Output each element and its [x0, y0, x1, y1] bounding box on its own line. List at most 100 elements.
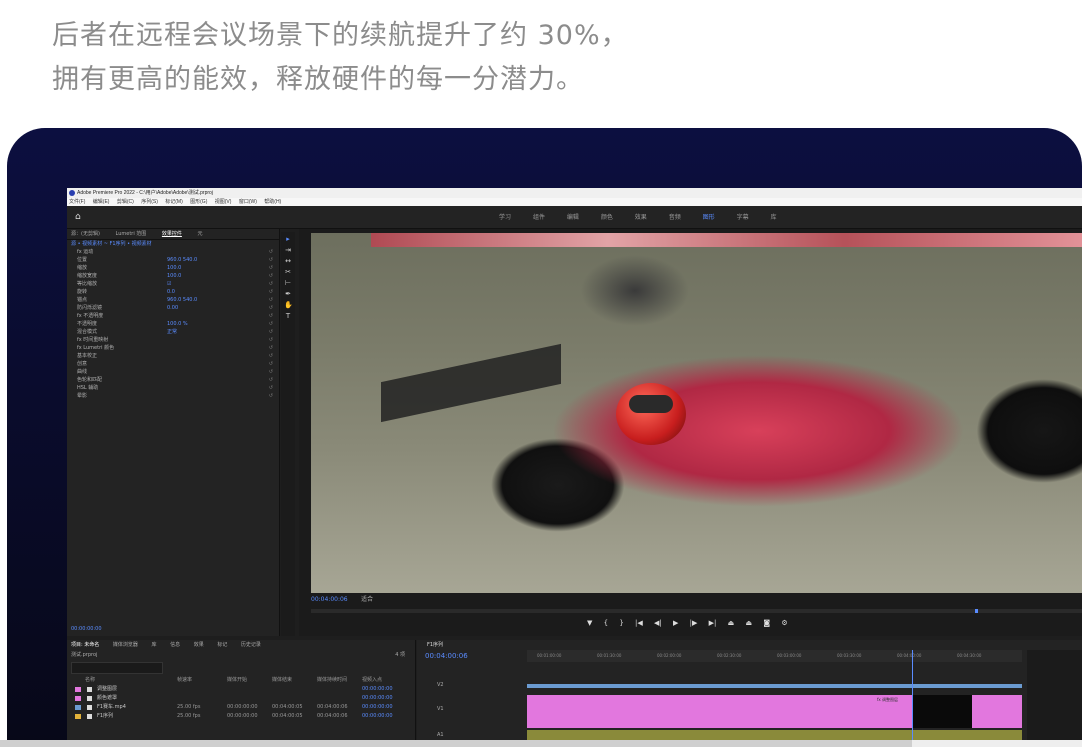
effect-control-row[interactable]: fx 时间重映射 ↺	[67, 336, 279, 344]
reset-icon[interactable]: ↺	[269, 392, 273, 400]
label-color-swatch[interactable]	[75, 687, 81, 692]
menu-file[interactable]: 文件(F)	[69, 199, 85, 205]
col-video-in[interactable]: 视频入点	[362, 676, 382, 685]
track-v2-clip[interactable]	[527, 684, 1022, 688]
step-back-icon[interactable]: ◀|	[654, 619, 662, 627]
timeline-playhead[interactable]	[912, 650, 913, 747]
menu-clip[interactable]: 剪辑(C)	[117, 199, 134, 205]
menu-help[interactable]: 帮助(H)	[264, 199, 281, 205]
reset-icon[interactable]: ↺	[269, 304, 273, 312]
menu-edit[interactable]: 编辑(E)	[93, 199, 110, 205]
reset-icon[interactable]: ↺	[269, 312, 273, 320]
effect-control-value[interactable]: 正常	[167, 328, 177, 336]
track-header-v1[interactable]: V1	[437, 706, 444, 712]
home-icon[interactable]: ⌂	[75, 212, 81, 222]
col-fps[interactable]: 帧速率	[177, 676, 192, 685]
project-search-input[interactable]	[71, 662, 163, 674]
effect-control-row[interactable]: 缩放 100.0 ↺	[67, 264, 279, 272]
program-timecode[interactable]: 00:04:00:06	[311, 596, 348, 603]
effect-control-row[interactable]: 曲线 ↺	[67, 368, 279, 376]
tab-effects[interactable]: 效果	[194, 642, 204, 648]
timeline-sequence-tab[interactable]: F1序列	[417, 640, 1082, 650]
ripple-edit-tool-icon[interactable]: ↔	[284, 257, 292, 265]
workspace-tab-color[interactable]: 颜色	[601, 214, 613, 221]
reset-icon[interactable]: ↺	[269, 256, 273, 264]
effect-control-row[interactable]: 基本校正 ↺	[67, 352, 279, 360]
effect-control-value[interactable]: 100.0 %	[167, 320, 188, 328]
menu-graphics[interactable]: 图形(G)	[190, 199, 207, 205]
tab-metadata[interactable]: 元	[198, 231, 203, 237]
hand-tool-icon[interactable]: ✋	[284, 301, 293, 309]
project-item-row[interactable]: 颜色遮罩 00:00:00:00	[67, 694, 415, 703]
reset-icon[interactable]: ↺	[269, 376, 273, 384]
tab-source[interactable]: 源：(无剪辑)	[71, 231, 100, 237]
workspace-tab-effects[interactable]: 效果	[635, 214, 647, 221]
reset-icon[interactable]: ↺	[269, 336, 273, 344]
reset-icon[interactable]: ↺	[269, 320, 273, 328]
play-icon[interactable]: ▶	[673, 619, 678, 627]
reset-icon[interactable]: ↺	[269, 384, 273, 392]
track-select-tool-icon[interactable]: ⇥	[284, 246, 292, 254]
tab-info[interactable]: 信息	[170, 642, 180, 648]
workspace-tab-captions[interactable]: 字幕	[737, 214, 749, 221]
step-forward-icon[interactable]: |▶	[690, 619, 698, 627]
zoom-fit-select[interactable]: 适合	[361, 595, 373, 605]
go-to-in-icon[interactable]: |◀	[635, 619, 643, 627]
effect-control-row[interactable]: fx 不透明度 ↺	[67, 312, 279, 320]
effect-control-value[interactable]: ☑	[167, 280, 171, 288]
col-media-duration[interactable]: 媒体持续时间	[317, 676, 347, 685]
reset-icon[interactable]: ↺	[269, 360, 273, 368]
workspace-tab-audio[interactable]: 音频	[669, 214, 681, 221]
effect-control-row[interactable]: 混合模式 正常 ↺	[67, 328, 279, 336]
type-tool-icon[interactable]: T	[284, 312, 292, 320]
menu-window[interactable]: 窗口(W)	[239, 199, 257, 205]
tab-project[interactable]: 项目: 未命名	[71, 642, 99, 648]
reset-icon[interactable]: ↺	[269, 248, 273, 256]
effect-control-row[interactable]: 色轮和匹配 ↺	[67, 376, 279, 384]
tab-media-browser[interactable]: 媒体浏览器	[113, 642, 138, 648]
menu-sequence[interactable]: 序列(S)	[141, 199, 158, 205]
col-name[interactable]: 名称	[85, 677, 95, 683]
effect-control-row[interactable]: fx 运动 ↺	[67, 248, 279, 256]
tab-history[interactable]: 历史记录	[241, 642, 261, 648]
effect-control-row[interactable]: fx Lumetri 颜色 ↺	[67, 344, 279, 352]
reset-icon[interactable]: ↺	[269, 280, 273, 288]
export-frame-icon[interactable]: ◙	[763, 619, 770, 627]
workspace-tab-assembly[interactable]: 组件	[533, 214, 545, 221]
project-item-row[interactable]: F1赛车.mp4 25.00 fps 00:00:00:00 00:04:00:05 0…	[67, 703, 415, 712]
project-item-row[interactable]: F1序列 25.00 fps 00:00:00:00 00:04:00:05 00:04…	[67, 712, 415, 721]
effect-control-row[interactable]: 晕影 ↺	[67, 392, 279, 400]
menu-marker[interactable]: 标记(M)	[165, 199, 183, 205]
reset-icon[interactable]: ↺	[269, 288, 273, 296]
effect-control-row[interactable]: 缩放宽度 100.0 ↺	[67, 272, 279, 280]
effect-control-row[interactable]: 创意 ↺	[67, 360, 279, 368]
add-marker-icon[interactable]: ▼	[587, 619, 592, 627]
label-color-swatch[interactable]	[75, 714, 81, 719]
workspace-tab-graphics[interactable]: 图形	[703, 214, 715, 221]
pen-tool-icon[interactable]: ✒	[284, 290, 292, 298]
reset-icon[interactable]: ↺	[269, 328, 273, 336]
effect-control-row[interactable]: HSL 辅助 ↺	[67, 384, 279, 392]
mark-out-icon[interactable]: }	[619, 619, 623, 627]
go-to-out-icon[interactable]: ▶|	[709, 619, 717, 627]
label-color-swatch[interactable]	[75, 696, 81, 701]
reset-icon[interactable]: ↺	[269, 368, 273, 376]
tab-lumetri-scopes[interactable]: Lumetri 范围	[116, 231, 147, 237]
tab-libraries[interactable]: 库	[151, 642, 156, 648]
tab-effect-controls[interactable]: 效果控件	[162, 231, 182, 237]
effect-controls-clip-selector[interactable]: 源 • 视频素材 ~ F1序列 • 视频素材	[67, 240, 279, 248]
effect-control-value[interactable]: 100.0	[167, 272, 181, 280]
reset-icon[interactable]: ↺	[269, 296, 273, 304]
effect-control-row[interactable]: 不透明度 100.0 % ↺	[67, 320, 279, 328]
workspace-tab-libraries[interactable]: 库	[771, 214, 777, 221]
settings-icon[interactable]: ⚙	[781, 619, 787, 627]
program-scrub-bar[interactable]	[311, 609, 1082, 613]
workspace-tab-editing[interactable]: 编辑	[567, 214, 579, 221]
label-color-swatch[interactable]	[75, 705, 81, 710]
reset-icon[interactable]: ↺	[269, 264, 273, 272]
razor-tool-icon[interactable]: ✂	[284, 268, 292, 276]
effect-control-value[interactable]: 0.0	[167, 288, 175, 296]
extract-icon[interactable]: ⏏	[745, 619, 752, 627]
workspace-tab-learn[interactable]: 学习	[499, 214, 511, 221]
project-item-row[interactable]: 调整图层 00:00:00:00	[67, 685, 415, 694]
